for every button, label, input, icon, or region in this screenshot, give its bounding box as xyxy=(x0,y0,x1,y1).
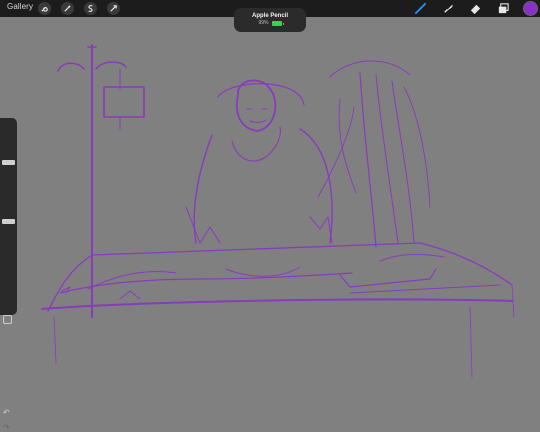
undo-icon[interactable]: ↶ xyxy=(3,409,10,417)
wrench-icon[interactable] xyxy=(38,2,51,15)
color-swatch[interactable] xyxy=(524,2,537,15)
smudge-icon[interactable] xyxy=(441,2,455,15)
selection-icon[interactable] xyxy=(84,2,97,15)
top-toolbar: Gallery Apple Pencil 99% xyxy=(0,0,540,32)
eraser-icon[interactable] xyxy=(468,2,482,15)
drawing-canvas[interactable] xyxy=(0,17,540,405)
gallery-button[interactable]: Gallery xyxy=(7,2,33,11)
transform-icon[interactable] xyxy=(107,2,120,15)
layers-icon[interactable] xyxy=(496,2,510,15)
brush-icon[interactable] xyxy=(413,2,427,15)
redo-icon[interactable]: ↷ xyxy=(3,424,10,432)
magic-wand-icon[interactable] xyxy=(61,2,74,15)
